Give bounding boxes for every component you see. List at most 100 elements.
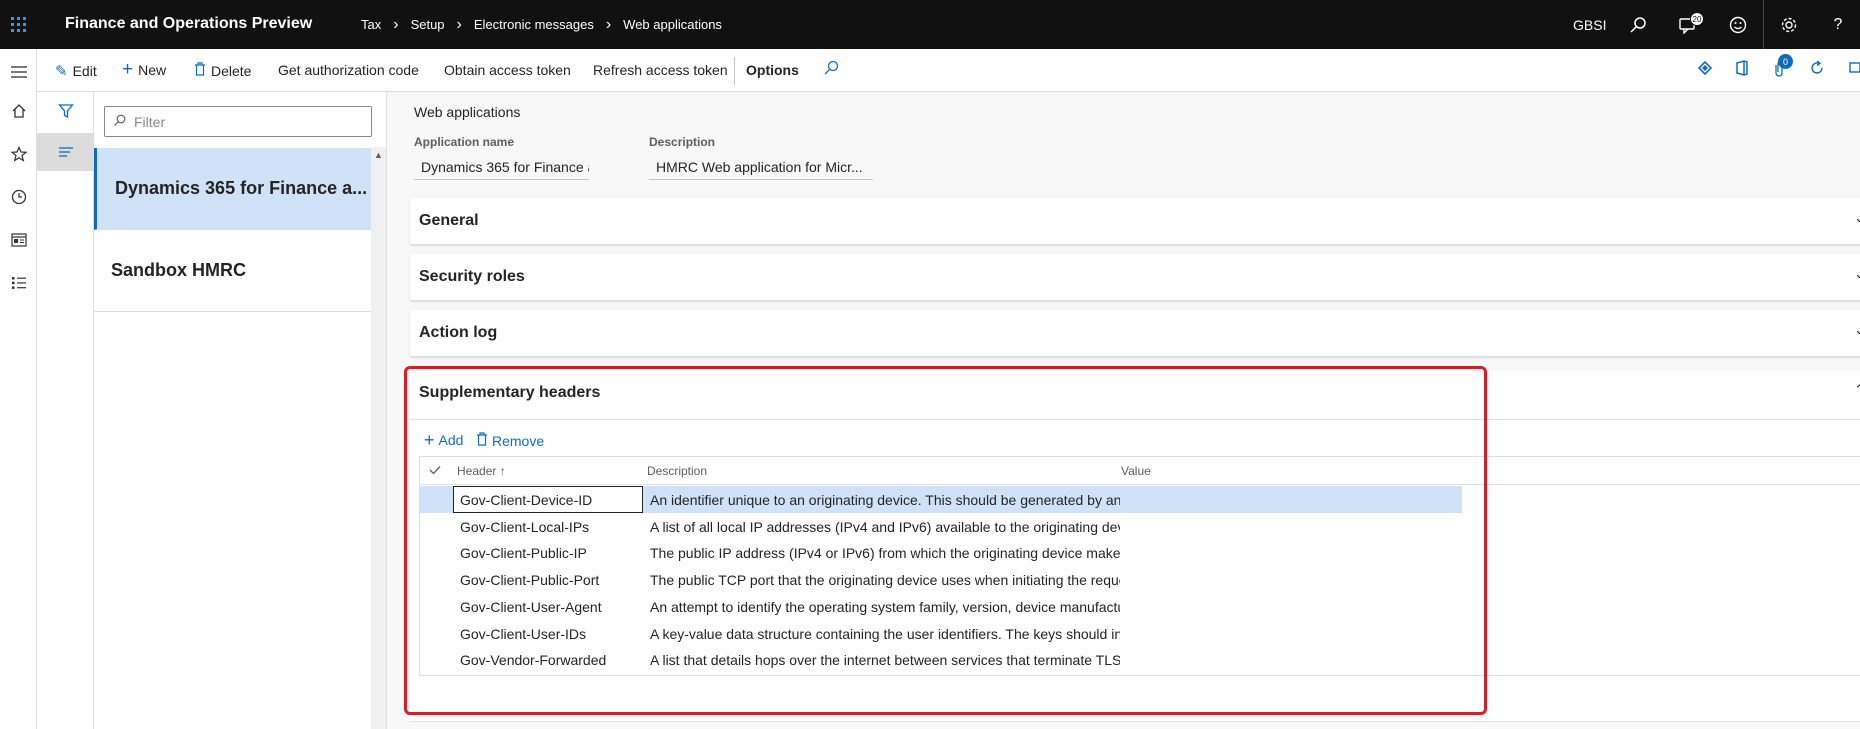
column-header-description[interactable]: Description: [647, 464, 707, 478]
select-all-checkmark-icon[interactable]: [429, 464, 441, 478]
chevron-up-icon[interactable]: ⌃: [1854, 382, 1860, 398]
fasttab-action-log[interactable]: Action log ⌄: [410, 310, 1860, 357]
table-row[interactable]: Gov-Vendor-Forwarded A list that details …: [420, 646, 1462, 673]
header-cell[interactable]: Gov-Client-Local-IPs: [460, 519, 640, 535]
trash-icon: [476, 432, 488, 449]
help-icon[interactable]: ?: [1814, 0, 1860, 49]
delete-label: Delete: [211, 63, 252, 79]
description-cell[interactable]: An identifier unique to an originating d…: [650, 492, 1120, 508]
list-item[interactable]: Sandbox HMRC: [94, 230, 371, 312]
description-label: Description: [649, 135, 716, 149]
new-button[interactable]: + New: [122, 60, 166, 79]
description-cell[interactable]: The public IP address (IPv4 or IPv6) fro…: [650, 545, 1120, 561]
action-pane: ✎ Edit + New Delete Get authorization co…: [37, 49, 1860, 92]
action-search-icon[interactable]: [823, 60, 839, 81]
table-row[interactable]: Gov-Client-Local-IPs A list of all local …: [420, 513, 1462, 540]
delete-button[interactable]: Delete: [194, 62, 251, 80]
filter-funnel-icon[interactable]: [37, 92, 94, 130]
details-pane: Web applications Application name Dynami…: [386, 92, 1860, 729]
breadcrumb-tax[interactable]: Tax: [361, 17, 381, 32]
hamburger-menu-icon[interactable]: [0, 52, 37, 92]
application-name-field[interactable]: Dynamics 365 for Finance and ...: [414, 155, 589, 180]
chevron-right-icon: ›: [393, 16, 399, 33]
refresh-icon[interactable]: [1809, 60, 1825, 81]
divider: [420, 484, 1860, 485]
list-item[interactable]: Dynamics 365 for Finance a...: [94, 148, 371, 230]
table-row[interactable]: Gov-Client-Public-IP The public IP addres…: [420, 539, 1462, 566]
fasttab-security-roles[interactable]: Security roles ⌄: [410, 254, 1860, 301]
options-tab[interactable]: Options: [746, 62, 799, 78]
header-cell[interactable]: Gov-Client-User-Agent: [460, 599, 640, 615]
table-row[interactable]: Gov-Client-Device-ID An identifier unique…: [420, 486, 1462, 513]
recent-clock-icon[interactable]: [0, 177, 37, 217]
header-cell[interactable]: Gov-Client-User-IDs: [460, 626, 640, 642]
column-header-value[interactable]: Value: [1121, 464, 1151, 478]
chevron-down-icon: ⌄: [1854, 266, 1860, 281]
records-list-pane: Filter Dynamics 365 for Finance a... San…: [94, 92, 386, 729]
notification-count-badge: 20: [1690, 12, 1704, 26]
chevron-down-icon: ⌄: [1854, 322, 1860, 337]
list-view-icon[interactable]: [37, 133, 94, 171]
description-cell[interactable]: A list of all local IP addresses (IPv4 a…: [650, 519, 1120, 535]
company-picker[interactable]: GBSI: [1573, 17, 1606, 33]
search-icon: [113, 114, 126, 130]
table-row[interactable]: Gov-Client-User-Agent An attempt to ident…: [420, 593, 1462, 620]
app-launcher-icon[interactable]: [0, 0, 37, 49]
remove-label: Remove: [492, 432, 545, 449]
table-row[interactable]: Gov-Client-User-IDs A key-value data stru…: [420, 620, 1462, 647]
power-apps-icon[interactable]: [1697, 60, 1713, 81]
description-cell[interactable]: A list that details hops over the intern…: [650, 652, 1120, 668]
refresh-access-token-button[interactable]: Refresh access token: [593, 62, 728, 78]
breadcrumb-electronic-messages[interactable]: Electronic messages: [474, 17, 594, 32]
table-row[interactable]: Gov-Client-Public-Port The public TCP por…: [420, 566, 1462, 593]
filter-input[interactable]: Filter: [104, 106, 372, 137]
search-icon[interactable]: [1614, 0, 1662, 49]
scroll-up-icon[interactable]: ▲: [371, 147, 386, 162]
feedback-smiley-icon[interactable]: [1714, 0, 1762, 49]
fasttab-supplementary-headers: Supplementary headers ⌃ + Add Remove Hea…: [410, 370, 1860, 722]
trash-icon: [194, 62, 206, 80]
fasttab-title[interactable]: Supplementary headers: [419, 384, 600, 402]
open-in-new-window-icon[interactable]: [1848, 60, 1860, 79]
supplementary-headers-grid: Header ↑ Description Value Gov-Client-De…: [419, 456, 1860, 676]
divider: [1763, 0, 1764, 49]
workspaces-icon[interactable]: [0, 220, 37, 260]
fasttab-title: Security roles: [419, 268, 525, 285]
settings-gear-icon[interactable]: [1765, 0, 1813, 49]
modules-list-icon[interactable]: [0, 263, 37, 303]
sort-ascending-arrow-icon: ↑: [499, 464, 506, 478]
header-cell[interactable]: Gov-Client-Public-IP: [460, 545, 640, 561]
breadcrumb-web-applications[interactable]: Web applications: [623, 17, 722, 32]
description-cell[interactable]: A key-value data structure containing th…: [650, 626, 1120, 642]
description-cell[interactable]: The public TCP port that the originating…: [650, 572, 1120, 588]
chevron-right-icon: ›: [605, 16, 612, 33]
column-header-header[interactable]: Header ↑: [457, 464, 506, 478]
description-field[interactable]: HMRC Web application for Micr...: [649, 155, 873, 180]
header-cell[interactable]: Gov-Client-Public-Port: [460, 572, 640, 588]
breadcrumb-setup[interactable]: Setup: [411, 17, 445, 32]
notifications-icon[interactable]: 20: [1664, 0, 1712, 49]
home-icon[interactable]: [0, 91, 37, 131]
remove-button[interactable]: Remove: [476, 432, 544, 449]
app-title[interactable]: Finance and Operations Preview: [65, 15, 312, 33]
obtain-access-token-button[interactable]: Obtain access token: [444, 62, 571, 78]
pencil-icon: ✎: [55, 63, 68, 80]
get-authorization-code-button[interactable]: Get authorization code: [278, 62, 419, 78]
chevron-down-icon: ⌄: [1854, 210, 1860, 225]
divider: [734, 57, 735, 85]
add-button[interactable]: + Add: [424, 430, 463, 450]
edit-button[interactable]: ✎ Edit: [55, 62, 97, 80]
header-cell[interactable]: Gov-Client-Device-ID: [460, 492, 640, 508]
favorites-star-icon[interactable]: [0, 134, 37, 174]
left-navigation-pane: [0, 49, 37, 729]
description-cell[interactable]: An attempt to identify the operating sys…: [650, 599, 1120, 615]
fasttab-general[interactable]: General ⌄: [410, 198, 1860, 245]
attachments-count-badge: 0: [1778, 54, 1793, 69]
fasttab-title: General: [419, 212, 479, 229]
plus-icon: +: [424, 430, 435, 450]
office-icon[interactable]: [1735, 60, 1749, 81]
top-navigation-bar: Finance and Operations Preview Tax › Set…: [0, 0, 1860, 49]
header-cell[interactable]: Gov-Vendor-Forwarded: [460, 652, 640, 668]
column-header-label: Header: [457, 464, 497, 478]
list-scrollbar[interactable]: ▲: [371, 147, 386, 729]
